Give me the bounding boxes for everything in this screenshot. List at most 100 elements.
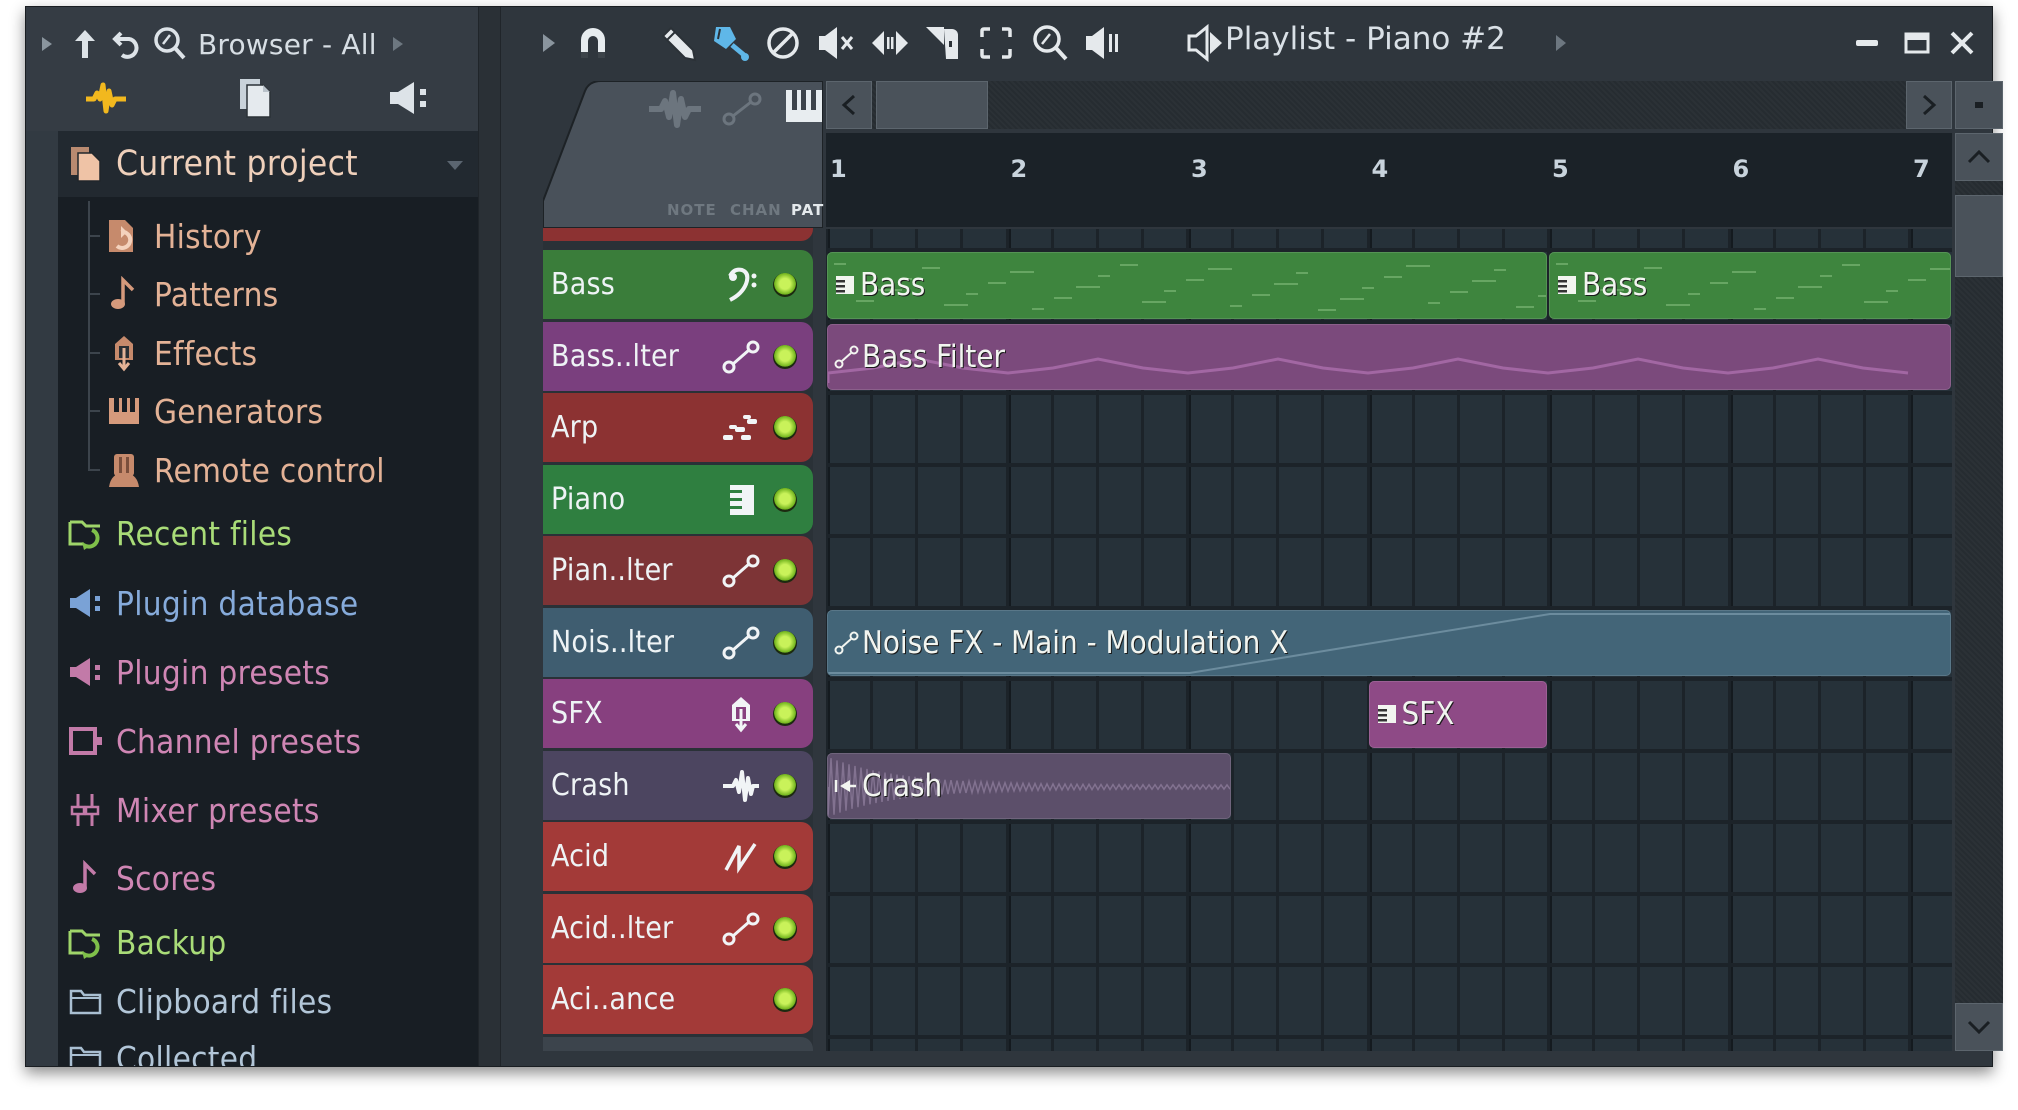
playlist-menu-arrow-icon[interactable] xyxy=(1541,23,1581,63)
playlist-clip[interactable]: Crash xyxy=(827,752,1232,819)
playlist-clip[interactable]: Bass xyxy=(827,252,1547,319)
tree-item-history[interactable]: History xyxy=(106,211,262,261)
grid-cell xyxy=(1189,1038,1232,1051)
scroll-up-button[interactable] xyxy=(1955,133,2003,181)
search-icon[interactable] xyxy=(152,25,188,63)
track-enable-led[interactable] xyxy=(773,916,797,941)
grid-cell xyxy=(1459,895,1502,963)
track-enable-led[interactable] xyxy=(773,344,797,369)
slip-icon[interactable] xyxy=(870,23,910,63)
files-filter-icon[interactable] xyxy=(238,77,272,119)
grid-cell xyxy=(1865,395,1908,463)
grid-cell xyxy=(1098,466,1141,534)
track-enable-led[interactable] xyxy=(773,416,797,440)
track-header[interactable]: SFX xyxy=(543,679,813,748)
minimize-button[interactable] xyxy=(1850,25,1886,61)
mode-tab-pat[interactable]: PAT xyxy=(791,201,824,219)
grid-cell xyxy=(1730,967,1773,1035)
grid-cell xyxy=(1504,967,1547,1035)
browser-menu-arrow-icon[interactable] xyxy=(391,34,405,54)
track-header-empty[interactable] xyxy=(543,1036,813,1051)
playback-icon[interactable] xyxy=(1083,23,1123,63)
track-enable-led[interactable] xyxy=(773,559,797,583)
tree-item-patterns[interactable]: Patterns xyxy=(106,269,278,319)
grid-cell xyxy=(1143,681,1186,749)
track-header[interactable]: Acid xyxy=(543,822,813,891)
track-enable-led[interactable] xyxy=(773,845,797,869)
automation-mode-icon[interactable] xyxy=(721,91,763,127)
scroll-down-button[interactable] xyxy=(1955,1003,2003,1051)
track-header[interactable]: Aci..ance xyxy=(543,965,813,1034)
channel-icon xyxy=(68,723,104,759)
speaker-icon[interactable] xyxy=(1186,23,1226,63)
mode-tab-note[interactable]: NOTE xyxy=(667,201,717,219)
tree-item-clipboard-files[interactable]: Clipboard files xyxy=(68,976,332,1026)
playlist-clip[interactable]: Bass xyxy=(1549,252,1951,319)
mute-icon[interactable] xyxy=(817,23,857,63)
track-header[interactable]: Arp xyxy=(543,393,813,462)
expand-arrow-icon[interactable] xyxy=(40,34,54,54)
tree-item-plugin-database[interactable]: Plugin database xyxy=(68,578,358,628)
scroll-left-button[interactable] xyxy=(826,81,872,129)
track-enable-led[interactable] xyxy=(773,988,797,1012)
vertical-scroll-thumb[interactable] xyxy=(1955,195,2003,277)
tree-item-recent-files[interactable]: Recent files xyxy=(68,508,292,558)
track-enable-led[interactable] xyxy=(773,773,797,798)
track-header[interactable]: Nois..lter xyxy=(543,607,813,677)
vertical-scrollbar[interactable] xyxy=(1955,133,2003,1051)
tree-item-effects[interactable]: Effects xyxy=(106,328,257,378)
tree-item-remote-control[interactable]: Remote control xyxy=(106,445,385,495)
track-header[interactable]: Piano xyxy=(543,464,813,534)
track-header[interactable]: Pian..lter xyxy=(543,536,813,605)
magnet-icon[interactable] xyxy=(573,23,613,63)
slice-icon[interactable] xyxy=(923,23,963,63)
tree-item-plugin-presets[interactable]: Plugin presets xyxy=(68,647,330,697)
play-arrow-icon[interactable] xyxy=(529,23,569,63)
zoom-corner-button[interactable] xyxy=(1955,81,2003,129)
track-enable-led[interactable] xyxy=(773,273,797,297)
tree-item-channel-presets[interactable]: Channel presets xyxy=(68,716,361,766)
audio-clip-mode-icon[interactable] xyxy=(647,89,703,129)
playlist-clip[interactable]: Bass Filter xyxy=(827,323,1951,390)
playlist-clip[interactable]: Noise FX - Main - Modulation X xyxy=(827,609,1951,676)
track-header-partial[interactable] xyxy=(543,228,813,241)
delete-icon[interactable] xyxy=(763,23,803,63)
tree-item-collected[interactable]: Collected xyxy=(68,1033,257,1066)
track-enable-led[interactable] xyxy=(773,702,797,726)
audio-filter-icon[interactable] xyxy=(84,81,128,117)
zoom-icon[interactable] xyxy=(1030,23,1070,63)
plugin-filter-icon[interactable] xyxy=(388,79,432,117)
horizontal-scrollbar[interactable] xyxy=(826,81,1952,129)
playlist-clip[interactable]: SFX xyxy=(1368,681,1547,748)
grid-cell xyxy=(1595,538,1638,606)
timeline-ruler[interactable]: 1 2 3 4 5 6 7 xyxy=(826,133,1952,227)
panel-splitter[interactable] xyxy=(478,7,501,1066)
playlist-grid[interactable]: Bass Bass Bass Filter Noise FX - Main - Mod… xyxy=(826,229,1952,1051)
mode-tab-chan[interactable]: CHAN xyxy=(730,201,782,219)
track-header[interactable]: Bass..lter xyxy=(543,321,813,391)
tree-item-current-project[interactable]: Current project xyxy=(68,139,358,189)
close-button[interactable] xyxy=(1944,25,1980,61)
track-header[interactable]: Acid..lter xyxy=(543,893,813,963)
track-enable-led[interactable] xyxy=(773,630,797,655)
scroll-right-button[interactable] xyxy=(1906,81,1952,129)
track-enable-led[interactable] xyxy=(773,487,797,512)
grid-cell xyxy=(1730,824,1773,892)
grid-cell xyxy=(1459,967,1502,1035)
tree-item-backup[interactable]: Backup xyxy=(68,917,227,967)
grid-cell xyxy=(1053,229,1096,248)
maximize-button[interactable] xyxy=(1899,25,1935,61)
track-header[interactable]: Bass xyxy=(543,250,813,319)
undo-icon[interactable] xyxy=(112,27,142,61)
track-header[interactable]: Crash xyxy=(543,750,813,820)
up-arrow-icon[interactable] xyxy=(72,27,98,61)
pattern-mode-icon[interactable] xyxy=(785,89,823,123)
tree-item-generators[interactable]: Generators xyxy=(106,386,323,436)
pencil-icon[interactable] xyxy=(658,23,698,63)
horizontal-scroll-thumb[interactable] xyxy=(876,81,988,129)
select-icon[interactable] xyxy=(976,23,1016,63)
tree-item-mixer-presets[interactable]: Mixer presets xyxy=(68,785,320,835)
paint-brush-icon[interactable] xyxy=(710,23,750,63)
collapse-arrow-icon[interactable] xyxy=(446,157,464,170)
tree-item-scores[interactable]: Scores xyxy=(68,853,216,903)
